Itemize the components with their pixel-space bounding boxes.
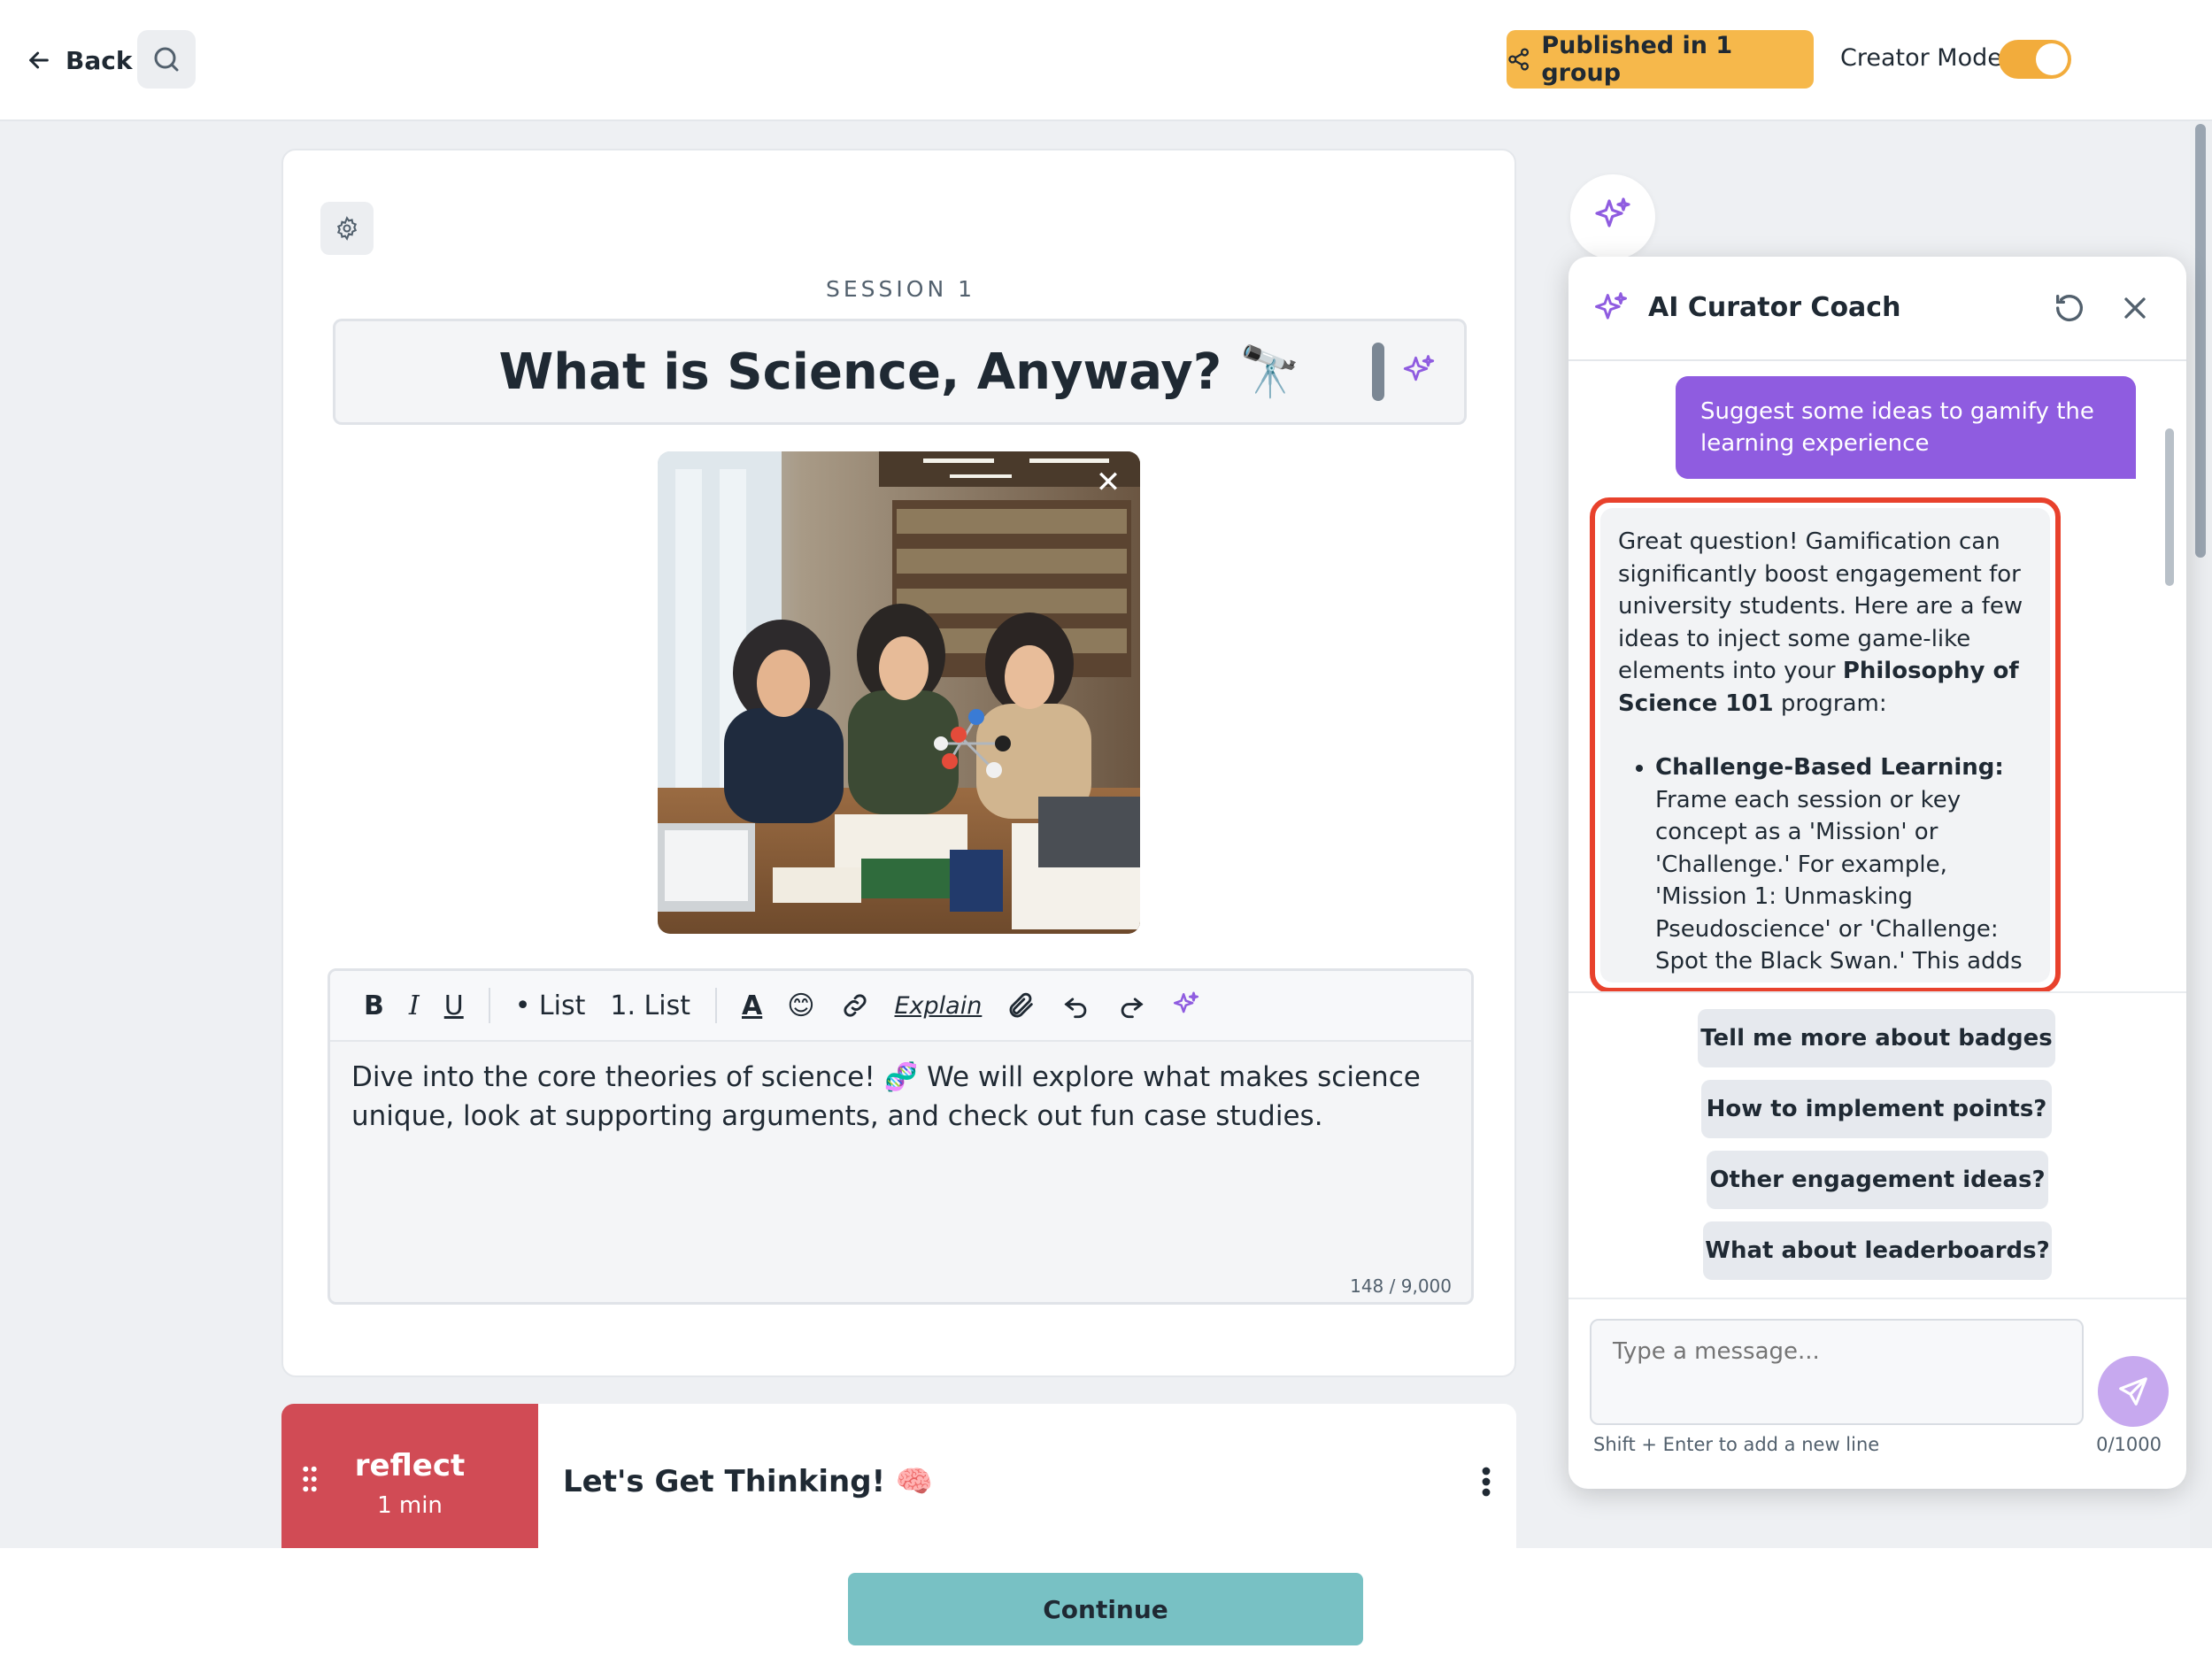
bold-button[interactable]: B	[351, 981, 397, 1030]
input-hint: Shift + Enter to add a new line	[1593, 1434, 1880, 1455]
reset-chat-button[interactable]	[2052, 290, 2091, 329]
session-card: SESSION 1 What is Science, Anyway? 🔭 ✕ B…	[281, 149, 1516, 1377]
back-button[interactable]: Back	[25, 35, 132, 85]
title-scrollbar[interactable]	[1372, 343, 1384, 401]
undo-button[interactable]	[1049, 981, 1104, 1030]
send-icon	[2119, 1377, 2147, 1406]
user-message: Suggest some ideas to gamify the learnin…	[1676, 376, 2136, 479]
chat-divider	[1568, 991, 2186, 993]
toolbar-divider	[715, 988, 717, 1023]
session-cover-image	[658, 451, 1140, 934]
description-editor: B I U • List 1. List A 😊 Explain Dive in…	[328, 968, 1474, 1305]
gear-icon	[336, 216, 358, 241]
attach-button[interactable]	[994, 981, 1049, 1030]
ai-panel-title: AI Curator Coach	[1648, 292, 1901, 323]
published-button[interactable]: Published in 1 group	[1507, 30, 1814, 89]
ai-coach-toggle-button[interactable]	[1570, 174, 1655, 259]
session-settings-button[interactable]	[320, 202, 374, 255]
session-title: What is Science, Anyway? 🔭	[498, 343, 1301, 401]
share-icon	[1508, 48, 1530, 71]
paperclip-icon	[1009, 992, 1034, 1018]
continue-button[interactable]: Continue	[848, 1573, 1363, 1645]
redo-icon	[1121, 998, 1144, 1019]
ai-sparkle-icon[interactable]	[1400, 353, 1437, 390]
emoji-button[interactable]: 😊	[775, 981, 827, 1030]
chat-scrollbar-thumb[interactable]	[2165, 428, 2174, 586]
session-title-field[interactable]: What is Science, Anyway? 🔭	[333, 319, 1467, 425]
arrow-left-icon	[29, 51, 49, 69]
numbered-list-button[interactable]: 1. List	[597, 981, 703, 1030]
ai-panel-header: AI Curator Coach	[1568, 257, 2186, 361]
activity-title: Let's Get Thinking! 🧠	[563, 1464, 934, 1499]
toggle-knob	[2036, 43, 2068, 75]
toolbar-divider	[488, 988, 490, 1023]
suggestion-chip[interactable]: Other engagement ideas?	[1707, 1151, 2048, 1209]
close-panel-button[interactable]	[2117, 290, 2156, 329]
input-divider	[1568, 1298, 2186, 1299]
page-scrollbar-thumb[interactable]	[2195, 124, 2206, 558]
activity-row[interactable]: reflect 1 min Let's Get Thinking! 🧠	[281, 1404, 1516, 1554]
highlighted-ai-reply: Great question! Gamification can signifi…	[1590, 497, 2061, 993]
session-label: SESSION 1	[825, 276, 975, 302]
link-button[interactable]	[828, 981, 882, 1030]
published-label: Published in 1 group	[1541, 32, 1733, 87]
link-icon	[843, 994, 867, 1017]
top-bar: Back Published in 1 group Creator Mode	[0, 0, 2212, 121]
underline-button[interactable]: U	[432, 981, 476, 1030]
send-button[interactable]	[2098, 1356, 2169, 1427]
refresh-icon	[2056, 295, 2083, 322]
ai-sparkle-icon	[1174, 991, 1199, 1013]
explain-button[interactable]: Explain	[882, 981, 995, 1030]
activity-type-tag: reflect 1 min	[281, 1404, 538, 1554]
character-count: 148 / 9,000	[1350, 1275, 1452, 1297]
ai-sparkle-icon	[1592, 290, 1630, 329]
search-button[interactable]	[137, 30, 196, 89]
suggestion-chip[interactable]: How to implement points?	[1701, 1080, 2052, 1138]
description-text[interactable]: Dive into the core theories of science! …	[330, 1042, 1471, 1152]
search-icon	[154, 47, 179, 72]
more-options-icon[interactable]	[1477, 1466, 1495, 1498]
back-label: Back	[66, 45, 133, 75]
text-color-button[interactable]: A	[729, 981, 775, 1030]
suggestion-chip[interactable]: What about leaderboards?	[1703, 1221, 2052, 1280]
italic-button[interactable]: I	[397, 981, 432, 1030]
remove-image-button[interactable]: ✕	[1086, 460, 1130, 505]
reply-list-item: Challenge-Based Learning: Frame each ses…	[1655, 751, 2032, 982]
creator-mode-label: Creator Mode	[1840, 44, 2002, 72]
reply-list: Challenge-Based Learning: Frame each ses…	[1618, 751, 2032, 982]
editor-toolbar: B I U • List 1. List A 😊 Explain	[330, 971, 1471, 1042]
activity-type: reflect	[354, 1448, 466, 1483]
ai-assist-button[interactable]	[1159, 981, 1214, 1030]
undo-icon	[1064, 998, 1087, 1019]
suggestion-chip[interactable]: Tell me more about badges	[1698, 1009, 2055, 1067]
ai-sparkle-icon	[1595, 197, 1630, 227]
redo-button[interactable]	[1104, 981, 1159, 1030]
ai-reply-message: Great question! Gamification can signifi…	[1600, 508, 2050, 982]
close-icon: ✕	[1095, 465, 1121, 500]
footer-bar: Continue	[0, 1548, 2212, 1672]
close-icon	[2124, 297, 2146, 319]
input-character-count: 0/1000	[2096, 1434, 2162, 1455]
activity-duration: 1 min	[377, 1492, 443, 1519]
creator-mode-toggle[interactable]	[1999, 40, 2071, 79]
message-input[interactable]	[1590, 1319, 2084, 1425]
bullet-list-button[interactable]: • List	[503, 981, 598, 1030]
ai-coach-panel: AI Curator Coach Suggest some ideas to g…	[1568, 257, 2186, 1489]
emoji-icon: 😊	[787, 990, 815, 1021]
